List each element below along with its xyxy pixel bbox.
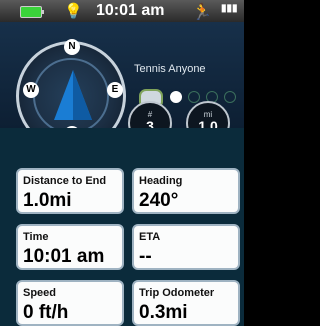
signal-icon: ▮▮▮	[221, 3, 238, 14]
tile-speed[interactable]: Speed 0 ft/h	[16, 280, 124, 326]
tile-value: --	[139, 246, 152, 267]
tile-distance-to-end[interactable]: Distance to End 1.0mi	[16, 168, 124, 214]
tile-label: Heading	[139, 175, 183, 187]
tile-label: Speed	[23, 287, 57, 299]
data-fields-grid: Distance to End 1.0mi Heading 240° Time …	[0, 128, 244, 326]
heading-arrow-shade	[73, 70, 92, 120]
compass-north: N	[64, 39, 80, 55]
compass-west: W	[23, 82, 39, 98]
tile-value: 0 ft/h	[23, 302, 69, 323]
tile-label: Distance to End	[23, 175, 107, 187]
tile-label: Trip Odometer	[139, 287, 215, 299]
tile-eta[interactable]: ETA --	[132, 224, 240, 270]
runner-icon: 🏃	[192, 4, 212, 21]
tile-value: 240°	[139, 190, 179, 211]
lightbulb-icon: 💡	[64, 3, 83, 20]
tile-trip-odometer[interactable]: Trip Odometer 0.3mi	[132, 280, 240, 326]
compass-east: E	[107, 82, 123, 98]
tile-heading[interactable]: Heading 240°	[132, 168, 240, 214]
activity-title: Tennis Anyone	[134, 63, 206, 75]
activity-card: N E S W Tennis Anyone # 3 mi 1.0	[0, 22, 244, 151]
page-dot[interactable]	[224, 91, 236, 103]
battery-icon	[20, 6, 44, 18]
tile-value: 0.3mi	[139, 302, 188, 323]
status-time: 10:01 am	[96, 2, 165, 19]
status-bar: 💡 10:01 am 🏃 ▮▮▮	[0, 0, 244, 23]
page-dot[interactable]	[188, 91, 200, 103]
tile-label: Time	[23, 231, 49, 243]
tile-value: 10:01 am	[23, 246, 105, 267]
tile-label: ETA	[139, 231, 161, 243]
tile-value: 1.0mi	[23, 190, 72, 211]
tile-time[interactable]: Time 10:01 am	[16, 224, 124, 270]
page-dot-active[interactable]	[170, 91, 182, 103]
